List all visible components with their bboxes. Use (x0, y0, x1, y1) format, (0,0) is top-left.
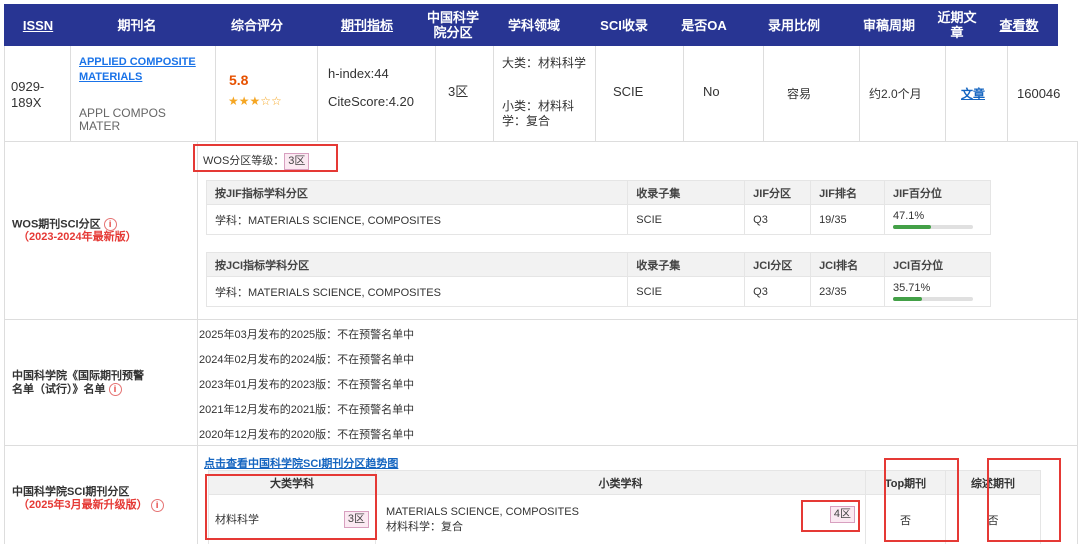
cas-minor-subject-cn: 材料科学：复合 (386, 520, 463, 533)
header-journal-name: 期刊名 (117, 17, 157, 33)
warning-line: 2025年03月发布的2025版：不在预警名单中 (199, 329, 415, 341)
header-sci: SCI收录 (600, 17, 648, 33)
header-cas-zone: 中国科学院分区 (426, 10, 479, 40)
journal-hindex: h-index:44 (328, 66, 389, 81)
jci-collection: SCIE (627, 276, 746, 307)
header-metrics-sort[interactable]: 期刊指标 (312, 4, 422, 46)
journal-acceptance: 容易 (787, 87, 812, 101)
warning-line: 2021年12月发布的2021版：不在预警名单中 (199, 404, 415, 416)
journal-row: 0929-189X APPLIED COMPOSITE MATERIALS AP… (4, 46, 1078, 142)
journal-field-minor: 小类：材料科学：复合 (502, 99, 575, 128)
journal-issn: 0929-189X (11, 79, 45, 110)
info-icon[interactable]: i (150, 499, 164, 512)
highlight-box (801, 500, 860, 532)
journal-field-major: 大类：材料科学 (502, 56, 587, 70)
header-review-period: 审稿周期 (862, 17, 915, 33)
journal-citescore: CiteScore:4.20 (328, 94, 414, 109)
journal-score: 5.8 (229, 72, 249, 88)
jci-table: 按JCI指标学科分区 收录子集 JCI分区 JCI排名 JCI百分位 学科：MA… (205, 252, 991, 307)
jif-rank: 19/35 (810, 204, 885, 235)
cas-trend-link[interactable]: 点击查看中国科学院SCI期刊分区趋势图 (204, 455, 398, 471)
journal-oa: No (703, 84, 720, 99)
cas-header-minor: 小类学科 (375, 470, 866, 495)
cas-minor-subject-en: MATERIALS SCIENCE, COMPOSITES (386, 505, 579, 518)
jif-quartile: Q3 (744, 204, 812, 235)
info-icon[interactable]: i (103, 218, 117, 231)
jci-quartile: Q3 (744, 276, 812, 307)
journal-views: 160046 (1017, 86, 1061, 101)
highlight-box (884, 458, 959, 542)
jif-progress-bar (893, 225, 973, 229)
header-issn-sort[interactable]: ISSN (4, 4, 72, 46)
header-score: 综合评分 (230, 17, 283, 33)
warning-label: 中国科学院《国际期刊预警 名单（试行）》名单 i (12, 370, 144, 396)
journal-title-link[interactable]: APPLIED COMPOSITE MATERIALS (79, 55, 209, 85)
header-views-sort[interactable]: 查看数 (980, 4, 1058, 46)
header-oa: 是否OA (681, 17, 727, 33)
header-recent: 近期文章 (937, 10, 977, 40)
cas-label: 中国科学院SCI期刊分区 （2025年3月最新升级版） i (12, 486, 192, 512)
warning-line: 2024年02月发布的2024版：不在预警名单中 (199, 354, 415, 366)
jci-percentile: 35.71% (884, 276, 991, 307)
journal-cas-zone: 3区 (448, 84, 469, 99)
jci-progress-bar (893, 297, 973, 301)
table-header: ISSN 期刊名 综合评分 期刊指标 中国科学院分区 学科领域 SCI收录 是否… (4, 4, 1058, 46)
highlight-box (205, 474, 377, 540)
rating-stars: ★★★☆☆ (228, 94, 282, 108)
warning-line: 2020年12月发布的2020版：不在预警名单中 (199, 429, 415, 441)
warning-line: 2023年01月发布的2023版：不在预警名单中 (199, 379, 415, 391)
jif-collection: SCIE (627, 204, 746, 235)
journal-review-period: 约2.0个月 (869, 87, 922, 101)
jci-subject: 学科：MATERIALS SCIENCE, COMPOSITES (205, 276, 629, 307)
journal-abbr: APPL COMPOS MATER (79, 106, 166, 133)
jif-subject: 学科：MATERIALS SCIENCE, COMPOSITES (205, 204, 629, 235)
header-field: 学科领域 (507, 17, 560, 33)
highlight-box (987, 458, 1061, 542)
recent-articles-link[interactable]: 文章 (961, 86, 985, 102)
info-icon[interactable]: i (108, 383, 122, 396)
header-acceptance: 录用比例 (767, 17, 820, 33)
wos-label: WOS期刊SCI分区 i （2023-2024年最新版） (12, 218, 137, 244)
jif-percentile: 47.1% (884, 204, 991, 235)
jif-table: 按JIF指标学科分区 收录子集 JIF分区 JIF排名 JIF百分位 学科：MA… (205, 180, 991, 235)
jci-rank: 23/35 (810, 276, 885, 307)
highlight-box (193, 144, 338, 172)
journal-sci: SCIE (613, 84, 644, 99)
